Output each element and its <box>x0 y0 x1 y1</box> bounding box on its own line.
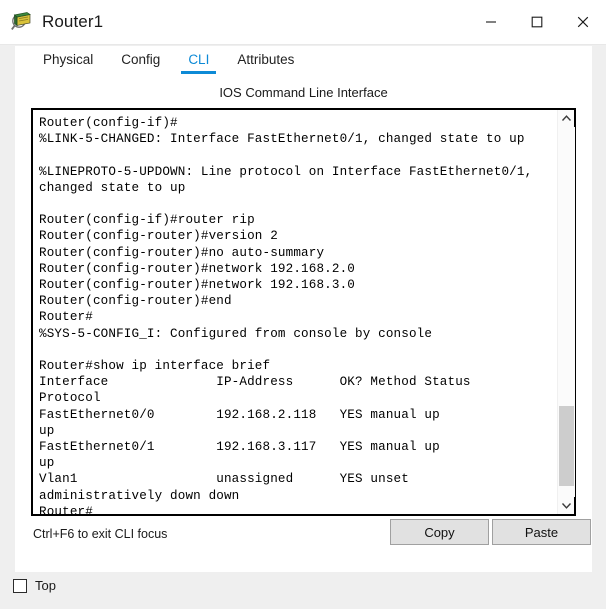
cli-header-label: IOS Command Line Interface <box>219 85 388 100</box>
top-checkbox-row[interactable]: Top <box>13 578 56 593</box>
router-device-icon <box>10 10 34 34</box>
tab-config-label: Config <box>121 52 161 67</box>
terminal-output[interactable]: Router(config-if)# %LINK-5-CHANGED: Inte… <box>33 110 557 514</box>
minimize-button[interactable] <box>468 0 514 44</box>
top-checkbox-label: Top <box>35 578 56 593</box>
window-title: Router1 <box>42 12 104 31</box>
tab-physical[interactable]: Physical <box>43 52 93 75</box>
terminal-scrollbar[interactable] <box>557 110 575 514</box>
tab-physical-label: Physical <box>43 52 94 67</box>
cli-focus-hint: Ctrl+F6 to exit CLI focus <box>33 527 168 541</box>
tab-attributes-label: Attributes <box>237 52 295 67</box>
chevron-down-icon[interactable] <box>558 497 575 514</box>
tab-attributes[interactable]: Attributes <box>237 52 294 75</box>
top-checkbox[interactable] <box>13 578 27 593</box>
window-controls <box>468 0 606 44</box>
tab-config[interactable]: Config <box>121 52 160 75</box>
title-bar: Router1 <box>0 0 606 45</box>
tab-cli-label: CLI <box>188 52 210 67</box>
close-button[interactable] <box>560 0 606 44</box>
scrollbar-thumb[interactable] <box>559 406 574 486</box>
tab-cli[interactable]: CLI <box>181 52 217 75</box>
cli-panel: IOS Command Line Interface Router(config… <box>15 75 592 572</box>
copy-button[interactable]: Copy <box>390 519 489 545</box>
tab-bar: Physical Config CLI Attributes <box>15 46 592 75</box>
paste-button[interactable]: Paste <box>492 519 591 545</box>
device-config-window: Router1 Physical Config CLI Attributes I… <box>0 0 606 609</box>
terminal-container[interactable]: Router(config-if)# %LINK-5-CHANGED: Inte… <box>31 108 576 516</box>
maximize-button[interactable] <box>514 0 560 44</box>
chevron-up-icon[interactable] <box>558 110 575 127</box>
